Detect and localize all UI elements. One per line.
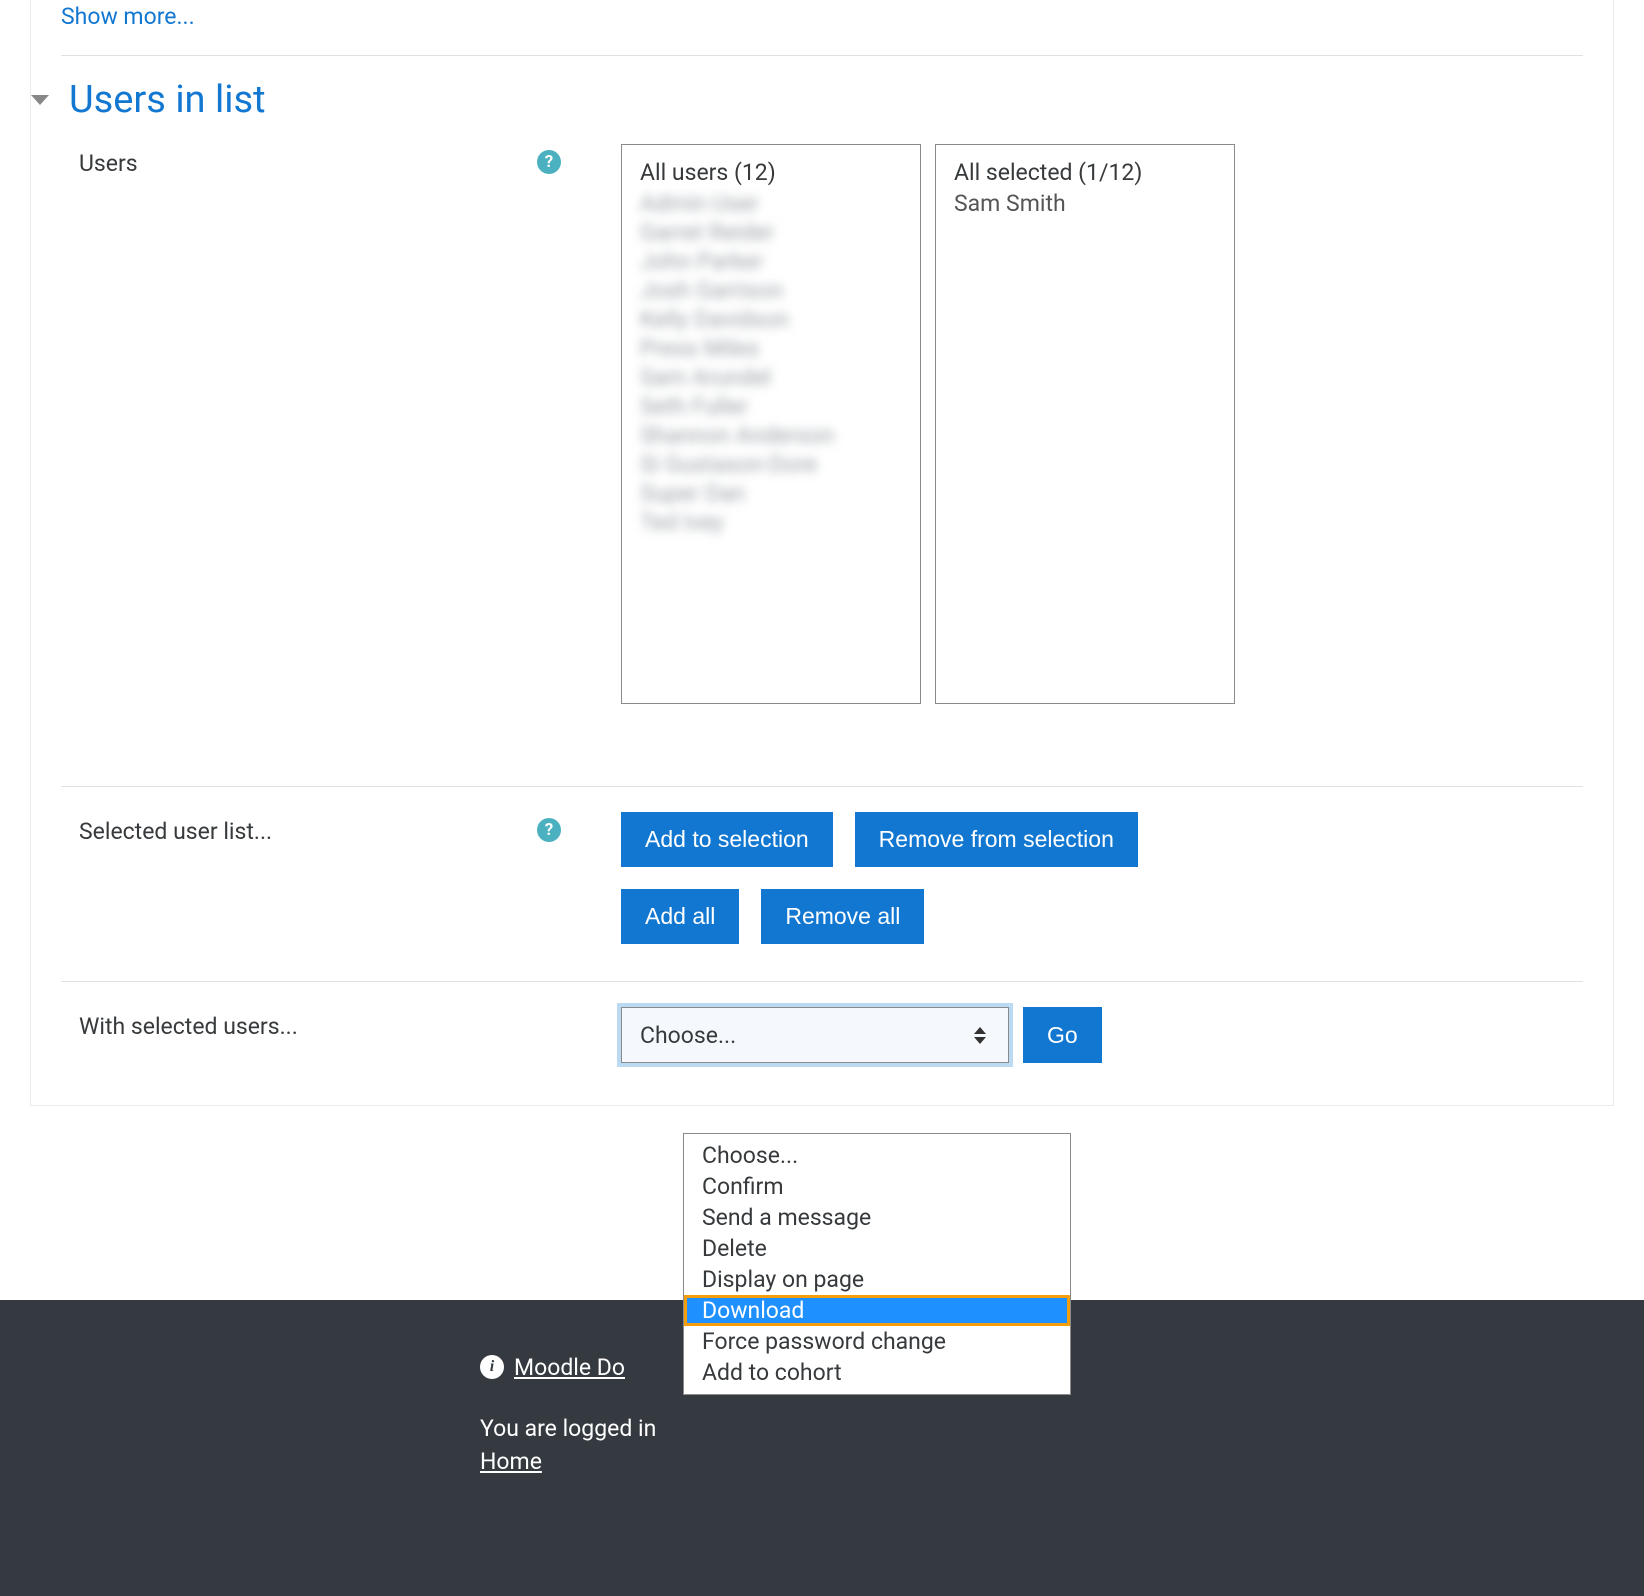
with-selected-users-row: With selected users... Choose... Go	[61, 981, 1583, 1075]
with-selected-select-value: Choose...	[640, 1022, 736, 1049]
dropdown-option[interactable]: Add to cohort	[684, 1357, 1070, 1388]
user-list-item[interactable]: Josh Garrison	[640, 277, 902, 304]
with-selected-dropdown-menu[interactable]: Choose...ConfirmSend a messageDeleteDisp…	[683, 1133, 1071, 1395]
user-list-item[interactable]: Press Miles	[640, 335, 902, 362]
help-icon[interactable]: ?	[537, 818, 561, 842]
moodle-docs-link[interactable]: i Moodle Do	[480, 1354, 625, 1381]
user-list-item[interactable]: Si Gustason-Dore	[640, 451, 902, 478]
section-title[interactable]: Users in list	[69, 78, 266, 122]
home-link[interactable]: Home	[480, 1448, 542, 1475]
user-list-item[interactable]: John Parker	[640, 248, 902, 275]
user-list-item[interactable]: Garret Reider	[640, 219, 902, 246]
dropdown-option[interactable]: Choose...	[684, 1140, 1070, 1171]
moodle-docs-text: Moodle Do	[514, 1354, 625, 1381]
go-button[interactable]: Go	[1023, 1007, 1102, 1063]
user-list-item[interactable]: Kelly Davidson	[640, 306, 902, 333]
remove-all-button[interactable]: Remove all	[761, 889, 924, 944]
user-list-item[interactable]: Ted Ivey	[640, 509, 902, 536]
dropdown-option[interactable]: Force password change	[684, 1326, 1070, 1357]
user-list-item[interactable]: Shannon Anderson	[640, 422, 902, 449]
dropdown-option[interactable]: Display on page	[684, 1264, 1070, 1295]
add-all-button[interactable]: Add all	[621, 889, 739, 944]
all-users-listbox[interactable]: All users (12) Admin UserGarret ReiderJo…	[621, 144, 921, 704]
users-row: Users ? All users (12) Admin UserGarret …	[61, 132, 1583, 716]
user-list-item[interactable]: Admin User	[640, 190, 902, 217]
dropdown-option[interactable]: Send a message	[684, 1202, 1070, 1233]
with-selected-select[interactable]: Choose...	[621, 1007, 1009, 1063]
user-list-item[interactable]: Sam Smith	[954, 190, 1216, 217]
dropdown-option[interactable]: Confirm	[684, 1171, 1070, 1202]
user-list-item[interactable]: Super Dan	[640, 480, 902, 507]
help-icon[interactable]: ?	[537, 150, 561, 174]
content-panel: Show more... Users in list Users ? All u…	[30, 0, 1614, 1106]
logged-in-text: You are logged in	[480, 1415, 1614, 1442]
section-header[interactable]: Users in list	[61, 56, 1583, 132]
selected-users-header: All selected (1/12)	[954, 159, 1216, 186]
with-selected-users-label: With selected users...	[61, 1013, 298, 1040]
dropdown-option[interactable]: Download	[684, 1295, 1070, 1326]
dropdown-option[interactable]: Delete	[684, 1233, 1070, 1264]
caret-down-icon	[31, 95, 49, 105]
user-list-item[interactable]: Sam Arundel	[640, 364, 902, 391]
selected-user-list-row: Selected user list... ? Add to selection…	[61, 786, 1583, 956]
selected-user-list-label: Selected user list...	[61, 818, 272, 845]
users-label: Users	[61, 150, 138, 177]
all-users-header: All users (12)	[640, 159, 902, 186]
info-icon: i	[480, 1355, 504, 1379]
remove-from-selection-button[interactable]: Remove from selection	[855, 812, 1138, 867]
selected-users-listbox[interactable]: All selected (1/12) Sam Smith	[935, 144, 1235, 704]
user-list-item[interactable]: Seth Fuller	[640, 393, 902, 420]
show-more-link[interactable]: Show more...	[61, 0, 1583, 56]
select-caret-icon	[974, 1027, 986, 1044]
add-to-selection-button[interactable]: Add to selection	[621, 812, 833, 867]
